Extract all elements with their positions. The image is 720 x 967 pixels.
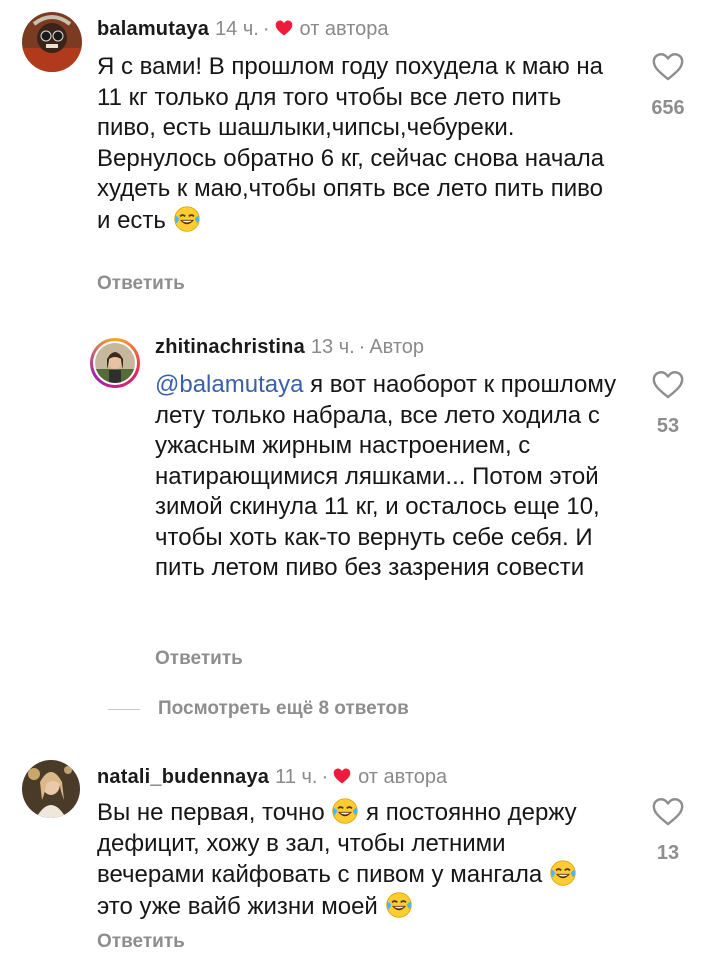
username[interactable]: balamutaya	[97, 18, 209, 40]
laughing-tears-emoji	[385, 891, 413, 919]
reply-button[interactable]: Ответить	[97, 273, 185, 295]
like-count[interactable]: 53	[638, 415, 698, 438]
author-like-badge: от автора	[358, 766, 448, 788]
like-control: 53	[638, 368, 698, 438]
like-count[interactable]: 656	[638, 97, 698, 120]
like-control: 656	[638, 50, 698, 120]
comment-body-part1: Вы не первая, точно	[97, 799, 325, 826]
heart-outline-icon[interactable]	[651, 368, 685, 402]
avatar[interactable]	[22, 760, 80, 818]
comment-body: я вот наоборот к прошлому лету только на…	[155, 371, 617, 581]
heart-outline-icon[interactable]	[651, 50, 685, 84]
mention-link[interactable]: @balamutaya	[155, 371, 303, 398]
avatar[interactable]	[90, 338, 140, 388]
author-badge: Автор	[369, 336, 425, 358]
avatar-image	[95, 343, 135, 383]
author-like-badge: от автора	[299, 18, 389, 40]
comment-text: Я с вами! В прошлом году похудела к маю …	[97, 52, 617, 236]
username[interactable]: zhitinachristina	[155, 336, 305, 358]
heart-filled-icon	[274, 18, 294, 38]
comment-meta: natali_budennaya 11 ч. · от автора	[97, 766, 447, 789]
avatar-image	[22, 760, 80, 818]
avatar-image	[22, 12, 82, 72]
comment-body-part3: это уже вайб жизни моей	[97, 892, 378, 920]
view-more-replies-button[interactable]: Посмотреть ещё 8 ответов	[158, 698, 409, 720]
timestamp: 11 ч.	[275, 766, 318, 788]
laughing-tears-emoji	[331, 797, 359, 825]
view-replies-divider	[108, 709, 140, 710]
timestamp: 13 ч.	[310, 336, 355, 358]
reply-button[interactable]: Ответить	[97, 931, 185, 953]
comment-meta: zhitinachristina 13 ч. · Автор	[155, 336, 424, 359]
timestamp: 14 ч.	[215, 18, 259, 40]
laughing-tears-emoji	[549, 859, 577, 887]
heart-filled-icon	[332, 766, 352, 786]
like-count[interactable]: 13	[638, 842, 698, 865]
username[interactable]: natali_budennaya	[97, 766, 269, 788]
like-control: 13	[638, 795, 698, 865]
separator: ·	[358, 336, 366, 358]
comment-text: Вы не первая, точно я постоянно держу де…	[97, 797, 617, 922]
comment-text: @balamutaya я вот наоборот к прошлому ле…	[155, 370, 625, 584]
heart-outline-icon[interactable]	[651, 795, 685, 829]
reply-button[interactable]: Ответить	[155, 648, 243, 670]
separator: ·	[321, 766, 329, 788]
avatar[interactable]	[22, 12, 82, 72]
laughing-tears-emoji	[173, 205, 201, 233]
separator: ·	[262, 18, 270, 40]
comment-meta: balamutaya 14 ч. · от автора	[97, 18, 389, 41]
